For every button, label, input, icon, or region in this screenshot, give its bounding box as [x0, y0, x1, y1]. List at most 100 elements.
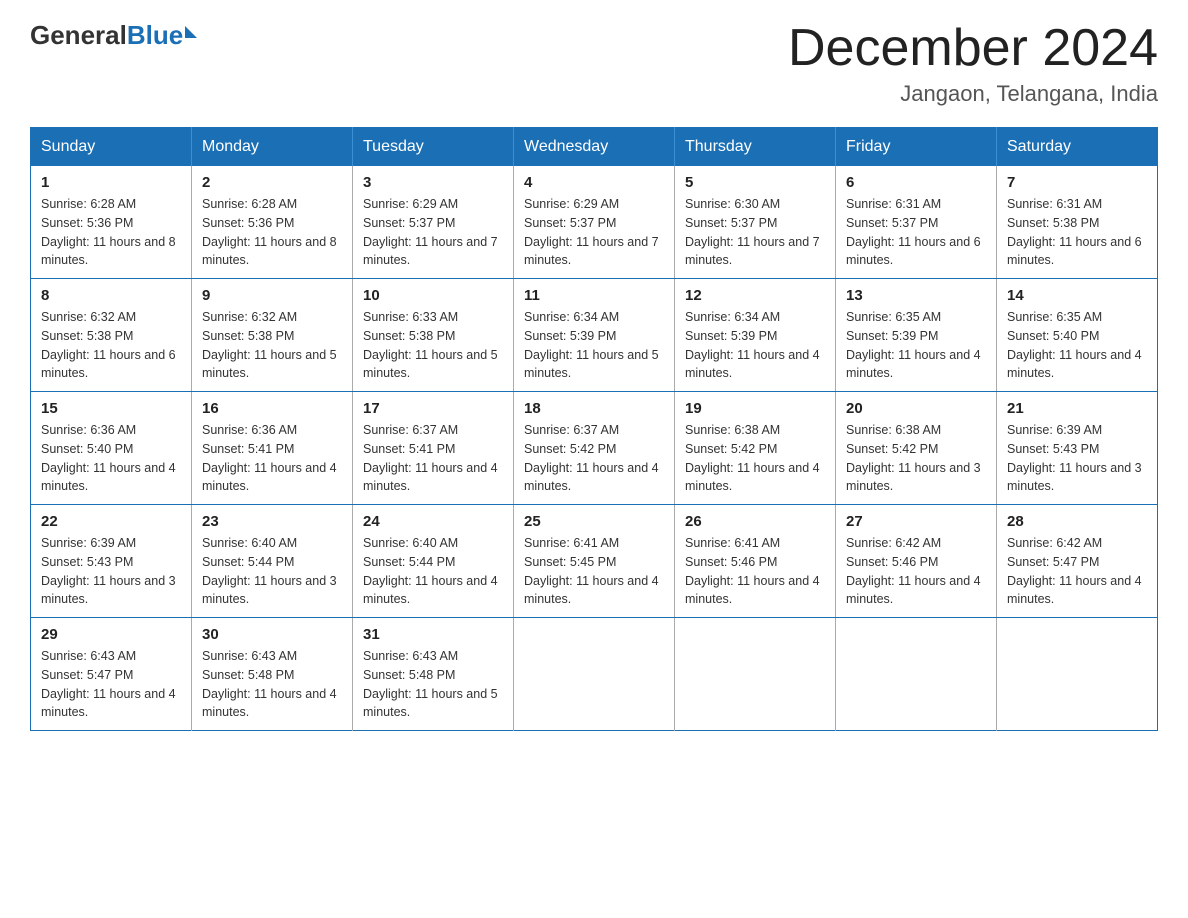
day-info: Sunrise: 6:37 AMSunset: 5:42 PMDaylight:… [524, 421, 664, 496]
column-header-friday: Friday [836, 128, 997, 167]
calendar-cell [836, 618, 997, 731]
column-header-saturday: Saturday [997, 128, 1158, 167]
day-info: Sunrise: 6:28 AMSunset: 5:36 PMDaylight:… [202, 195, 342, 270]
day-number: 6 [846, 174, 986, 191]
day-info: Sunrise: 6:43 AMSunset: 5:47 PMDaylight:… [41, 647, 181, 722]
calendar-cell: 19 Sunrise: 6:38 AMSunset: 5:42 PMDaylig… [675, 392, 836, 505]
calendar-cell: 27 Sunrise: 6:42 AMSunset: 5:46 PMDaylig… [836, 505, 997, 618]
day-number: 8 [41, 287, 181, 304]
day-info: Sunrise: 6:37 AMSunset: 5:41 PMDaylight:… [363, 421, 503, 496]
day-number: 14 [1007, 287, 1147, 304]
day-number: 3 [363, 174, 503, 191]
day-info: Sunrise: 6:35 AMSunset: 5:39 PMDaylight:… [846, 308, 986, 383]
calendar-cell: 8 Sunrise: 6:32 AMSunset: 5:38 PMDayligh… [31, 279, 192, 392]
calendar-cell: 10 Sunrise: 6:33 AMSunset: 5:38 PMDaylig… [353, 279, 514, 392]
day-number: 21 [1007, 400, 1147, 417]
day-info: Sunrise: 6:42 AMSunset: 5:46 PMDaylight:… [846, 534, 986, 609]
calendar-week-row: 15 Sunrise: 6:36 AMSunset: 5:40 PMDaylig… [31, 392, 1158, 505]
calendar-cell [514, 618, 675, 731]
day-number: 2 [202, 174, 342, 191]
day-number: 27 [846, 513, 986, 530]
calendar-cell: 5 Sunrise: 6:30 AMSunset: 5:37 PMDayligh… [675, 166, 836, 279]
day-number: 18 [524, 400, 664, 417]
day-info: Sunrise: 6:34 AMSunset: 5:39 PMDaylight:… [524, 308, 664, 383]
day-number: 11 [524, 287, 664, 304]
calendar-cell: 9 Sunrise: 6:32 AMSunset: 5:38 PMDayligh… [192, 279, 353, 392]
day-number: 10 [363, 287, 503, 304]
calendar-cell: 13 Sunrise: 6:35 AMSunset: 5:39 PMDaylig… [836, 279, 997, 392]
day-number: 29 [41, 626, 181, 643]
day-number: 20 [846, 400, 986, 417]
day-info: Sunrise: 6:43 AMSunset: 5:48 PMDaylight:… [363, 647, 503, 722]
day-number: 28 [1007, 513, 1147, 530]
day-info: Sunrise: 6:38 AMSunset: 5:42 PMDaylight:… [846, 421, 986, 496]
calendar-cell: 21 Sunrise: 6:39 AMSunset: 5:43 PMDaylig… [997, 392, 1158, 505]
day-info: Sunrise: 6:28 AMSunset: 5:36 PMDaylight:… [41, 195, 181, 270]
calendar-cell: 29 Sunrise: 6:43 AMSunset: 5:47 PMDaylig… [31, 618, 192, 731]
day-info: Sunrise: 6:38 AMSunset: 5:42 PMDaylight:… [685, 421, 825, 496]
day-number: 16 [202, 400, 342, 417]
day-info: Sunrise: 6:39 AMSunset: 5:43 PMDaylight:… [1007, 421, 1147, 496]
logo-blue-part: Blue [127, 20, 197, 51]
day-info: Sunrise: 6:40 AMSunset: 5:44 PMDaylight:… [202, 534, 342, 609]
day-info: Sunrise: 6:34 AMSunset: 5:39 PMDaylight:… [685, 308, 825, 383]
calendar-cell: 31 Sunrise: 6:43 AMSunset: 5:48 PMDaylig… [353, 618, 514, 731]
column-header-tuesday: Tuesday [353, 128, 514, 167]
day-info: Sunrise: 6:41 AMSunset: 5:45 PMDaylight:… [524, 534, 664, 609]
day-number: 4 [524, 174, 664, 191]
logo-blue-text: Blue [127, 20, 183, 51]
calendar-cell: 11 Sunrise: 6:34 AMSunset: 5:39 PMDaylig… [514, 279, 675, 392]
calendar-cell: 25 Sunrise: 6:41 AMSunset: 5:45 PMDaylig… [514, 505, 675, 618]
calendar-header-row: SundayMondayTuesdayWednesdayThursdayFrid… [31, 128, 1158, 167]
logo-triangle-icon [185, 26, 197, 38]
day-info: Sunrise: 6:43 AMSunset: 5:48 PMDaylight:… [202, 647, 342, 722]
day-number: 24 [363, 513, 503, 530]
calendar-cell: 1 Sunrise: 6:28 AMSunset: 5:36 PMDayligh… [31, 166, 192, 279]
day-info: Sunrise: 6:36 AMSunset: 5:41 PMDaylight:… [202, 421, 342, 496]
day-info: Sunrise: 6:40 AMSunset: 5:44 PMDaylight:… [363, 534, 503, 609]
calendar-cell [675, 618, 836, 731]
calendar-cell: 24 Sunrise: 6:40 AMSunset: 5:44 PMDaylig… [353, 505, 514, 618]
day-number: 15 [41, 400, 181, 417]
calendar-cell: 16 Sunrise: 6:36 AMSunset: 5:41 PMDaylig… [192, 392, 353, 505]
calendar-week-row: 29 Sunrise: 6:43 AMSunset: 5:47 PMDaylig… [31, 618, 1158, 731]
logo-general-text: General [30, 20, 127, 51]
page-header: General Blue December 2024 Jangaon, Tela… [30, 20, 1158, 107]
day-number: 23 [202, 513, 342, 530]
day-number: 7 [1007, 174, 1147, 191]
day-number: 30 [202, 626, 342, 643]
calendar-cell [997, 618, 1158, 731]
calendar-week-row: 22 Sunrise: 6:39 AMSunset: 5:43 PMDaylig… [31, 505, 1158, 618]
calendar-cell: 17 Sunrise: 6:37 AMSunset: 5:41 PMDaylig… [353, 392, 514, 505]
day-info: Sunrise: 6:29 AMSunset: 5:37 PMDaylight:… [363, 195, 503, 270]
day-number: 1 [41, 174, 181, 191]
calendar-week-row: 1 Sunrise: 6:28 AMSunset: 5:36 PMDayligh… [31, 166, 1158, 279]
title-section: December 2024 Jangaon, Telangana, India [788, 20, 1158, 107]
day-number: 17 [363, 400, 503, 417]
day-number: 26 [685, 513, 825, 530]
calendar-cell: 2 Sunrise: 6:28 AMSunset: 5:36 PMDayligh… [192, 166, 353, 279]
column-header-monday: Monday [192, 128, 353, 167]
day-number: 12 [685, 287, 825, 304]
calendar-cell: 30 Sunrise: 6:43 AMSunset: 5:48 PMDaylig… [192, 618, 353, 731]
day-number: 19 [685, 400, 825, 417]
day-info: Sunrise: 6:33 AMSunset: 5:38 PMDaylight:… [363, 308, 503, 383]
day-info: Sunrise: 6:29 AMSunset: 5:37 PMDaylight:… [524, 195, 664, 270]
calendar-cell: 14 Sunrise: 6:35 AMSunset: 5:40 PMDaylig… [997, 279, 1158, 392]
day-info: Sunrise: 6:31 AMSunset: 5:38 PMDaylight:… [1007, 195, 1147, 270]
column-header-thursday: Thursday [675, 128, 836, 167]
day-number: 9 [202, 287, 342, 304]
day-info: Sunrise: 6:35 AMSunset: 5:40 PMDaylight:… [1007, 308, 1147, 383]
calendar-cell: 3 Sunrise: 6:29 AMSunset: 5:37 PMDayligh… [353, 166, 514, 279]
calendar-cell: 18 Sunrise: 6:37 AMSunset: 5:42 PMDaylig… [514, 392, 675, 505]
calendar-week-row: 8 Sunrise: 6:32 AMSunset: 5:38 PMDayligh… [31, 279, 1158, 392]
day-number: 31 [363, 626, 503, 643]
calendar-cell: 22 Sunrise: 6:39 AMSunset: 5:43 PMDaylig… [31, 505, 192, 618]
calendar-cell: 12 Sunrise: 6:34 AMSunset: 5:39 PMDaylig… [675, 279, 836, 392]
day-info: Sunrise: 6:32 AMSunset: 5:38 PMDaylight:… [41, 308, 181, 383]
day-info: Sunrise: 6:36 AMSunset: 5:40 PMDaylight:… [41, 421, 181, 496]
column-header-sunday: Sunday [31, 128, 192, 167]
calendar-cell: 23 Sunrise: 6:40 AMSunset: 5:44 PMDaylig… [192, 505, 353, 618]
day-info: Sunrise: 6:42 AMSunset: 5:47 PMDaylight:… [1007, 534, 1147, 609]
day-number: 13 [846, 287, 986, 304]
